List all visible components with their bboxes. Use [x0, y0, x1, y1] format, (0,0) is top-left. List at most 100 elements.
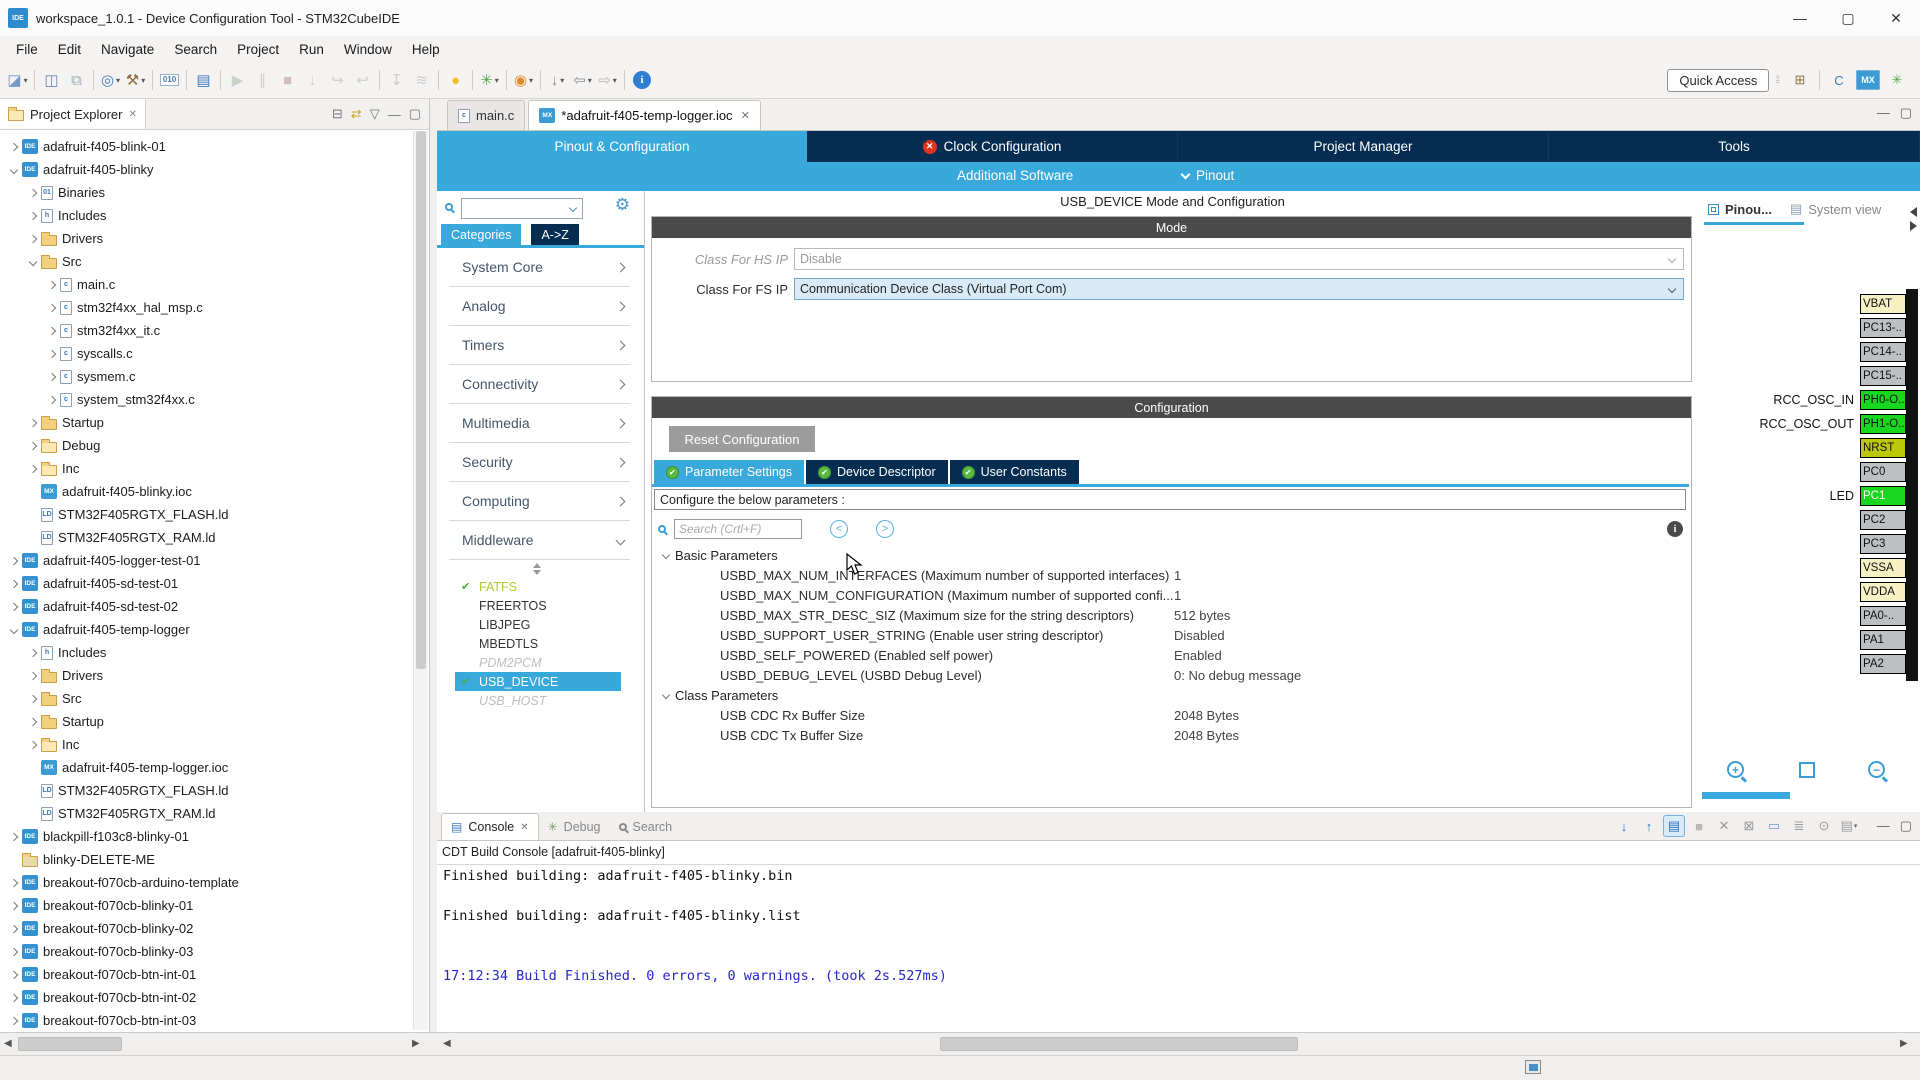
open-perspective-button[interactable]: ⊞	[1787, 68, 1813, 92]
terminate-button[interactable]: ■	[276, 68, 299, 93]
run-button[interactable]: ◉▾	[512, 68, 535, 93]
expander-icon[interactable]	[25, 443, 41, 449]
scroll-left-icon[interactable]: ◀	[443, 1038, 451, 1049]
sidebar-tab-az[interactable]: A->Z	[531, 224, 578, 245]
zoom-in-icon[interactable]: +	[1727, 761, 1744, 778]
middleware-libjpeg[interactable]: LIBJPEG	[455, 615, 621, 634]
expander-icon[interactable]	[44, 374, 60, 380]
additional-software-link[interactable]: Additional Software	[957, 168, 1073, 183]
lightbulb-button[interactable]: ●	[444, 68, 467, 93]
tree-item[interactable]: blinky-DELETE-ME	[0, 848, 411, 871]
pin-pc3[interactable]: PC3	[1860, 534, 1906, 554]
parameter-row[interactable]: USB CDC Rx Buffer Size2048 Bytes	[654, 705, 1686, 725]
c-cpp-perspective-button[interactable]: C	[1826, 68, 1852, 92]
tree-item[interactable]: Drivers	[0, 227, 411, 250]
expander-icon[interactable]	[6, 167, 22, 173]
tree-item[interactable]: 01Binaries	[0, 181, 411, 204]
console-output[interactable]: Finished building: adafruit-f405-blinky.…	[443, 868, 1916, 988]
tree-item[interactable]: LDSTM32F405RGTX_RAM.ld	[0, 526, 411, 549]
pinout-tab-system-view[interactable]: ▤System view	[1790, 196, 1881, 222]
expander-icon[interactable]	[44, 397, 60, 403]
parameter-row[interactable]: USBD_MAX_NUM_CONFIGURATION (Maximum numb…	[654, 585, 1686, 605]
category-security[interactable]: Security	[449, 443, 630, 482]
expander-icon[interactable]	[25, 236, 41, 242]
pin-pa0[interactable]: PA0-..	[1860, 606, 1906, 626]
tree-item[interactable]: IDEbreakout-f070cb-btn-int-02	[0, 986, 411, 1009]
menu-search[interactable]: Search	[164, 39, 227, 60]
tree-item[interactable]: MXadafruit-f405-temp-logger.ioc	[0, 756, 411, 779]
suspend-button[interactable]: ∥	[251, 68, 274, 93]
middleware-freertos[interactable]: FREERTOS	[455, 596, 621, 615]
category-middleware[interactable]: Middleware	[449, 521, 630, 560]
maximize-icon[interactable]: ▢	[1900, 105, 1912, 121]
nav-tab-pinout-configuration[interactable]: Pinout & Configuration	[437, 131, 807, 162]
tree-item[interactable]: IDEblackpill-f103c8-blinky-01	[0, 825, 411, 848]
info-button[interactable]: i	[633, 71, 651, 89]
tree-item[interactable]: LDSTM32F405RGTX_FLASH.ld	[0, 503, 411, 526]
sidebar-tab-categories[interactable]: Categories	[441, 224, 521, 245]
parameter-row[interactable]: USBD_DEBUG_LEVEL (USBD Debug Level)0: No…	[654, 665, 1686, 685]
expander-icon[interactable]	[44, 351, 60, 357]
expander-icon[interactable]	[6, 834, 22, 840]
tree-item[interactable]: IDEadafruit-f405-blinky	[0, 158, 411, 181]
build-binary-button[interactable]: 010	[158, 68, 181, 93]
expander-icon[interactable]	[6, 995, 22, 1001]
tree-item[interactable]: IDEadafruit-f405-sd-test-01	[0, 572, 411, 595]
category-system-core[interactable]: System Core	[449, 248, 630, 287]
collapse-arrows-icon[interactable]	[1910, 207, 1917, 231]
class-for-hs-ip-select[interactable]: Disable	[794, 248, 1684, 270]
tree-item[interactable]: hIncludes	[0, 204, 411, 227]
scroll-to-bottom-icon[interactable]: ↓	[1613, 815, 1635, 837]
tree-item[interactable]: hIncludes	[0, 641, 411, 664]
collapse-all-icon[interactable]: ⊟	[332, 106, 343, 122]
expander-icon[interactable]	[25, 466, 41, 472]
expander-icon[interactable]	[44, 328, 60, 334]
tree-item[interactable]: Debug	[0, 434, 411, 457]
tree-item[interactable]: cstm32f4xx_hal_msp.c	[0, 296, 411, 319]
expander-icon[interactable]	[6, 1018, 22, 1024]
pin-vssa[interactable]: VSSA	[1860, 558, 1906, 578]
middleware-usb_device[interactable]: ✔USB_DEVICE	[455, 672, 621, 691]
category-timers[interactable]: Timers	[449, 326, 630, 365]
expander-icon[interactable]	[25, 259, 41, 265]
tree-item[interactable]: LDSTM32F405RGTX_FLASH.ld	[0, 779, 411, 802]
console-tab-search[interactable]: Search	[610, 813, 682, 840]
debug-perspective-button[interactable]: ✳	[1884, 68, 1910, 92]
parameter-row[interactable]: USBD_SELF_POWERED (Enabled self power)En…	[654, 645, 1686, 665]
close-icon[interactable]: ✕	[520, 822, 528, 833]
remove-launch-icon[interactable]: ✕	[1713, 815, 1735, 837]
open-console-icon[interactable]: ▤▾	[1838, 815, 1860, 837]
tree-item[interactable]: IDEbreakout-f070cb-arduino-template	[0, 871, 411, 894]
tree-item[interactable]: Src	[0, 687, 411, 710]
project-tree-scrollbar[interactable]	[413, 131, 428, 1030]
expander-icon[interactable]	[25, 650, 41, 656]
resume-button[interactable]: ▶	[226, 68, 249, 93]
menu-edit[interactable]: Edit	[48, 39, 91, 60]
expander-icon[interactable]	[25, 719, 41, 725]
forward-button[interactable]: ⇨▾	[596, 68, 619, 93]
pin-pa1[interactable]: PA1	[1860, 630, 1906, 650]
tree-item[interactable]: IDEbreakout-f070cb-blinky-01	[0, 894, 411, 917]
expander-icon[interactable]	[6, 880, 22, 886]
pin-vbat[interactable]: VBAT	[1860, 294, 1906, 314]
tree-item[interactable]: IDEadafruit-f405-logger-test-01	[0, 549, 411, 572]
reset-configuration-button[interactable]: Reset Configuration	[669, 426, 815, 452]
menu-file[interactable]: File	[6, 39, 48, 60]
pin-pc0[interactable]: PC0	[1860, 462, 1906, 482]
scroll-right-icon[interactable]: ▶	[412, 1038, 420, 1049]
tree-item[interactable]: Drivers	[0, 664, 411, 687]
pin-pc1[interactable]: PC1	[1860, 486, 1906, 506]
expander-icon[interactable]	[6, 972, 22, 978]
parameter-group[interactable]: Basic Parameters	[654, 545, 1686, 565]
expander-icon[interactable]	[25, 190, 41, 196]
tree-item[interactable]: Src	[0, 250, 411, 273]
expander-icon[interactable]	[25, 673, 41, 679]
close-icon[interactable]: ✕	[128, 109, 136, 120]
expander-icon[interactable]	[25, 696, 41, 702]
tree-item[interactable]: cstm32f4xx_it.c	[0, 319, 411, 342]
parameter-row[interactable]: USBD_SUPPORT_USER_STRING (Enable user st…	[654, 625, 1686, 645]
close-button[interactable]: ✕	[1872, 0, 1920, 36]
tree-item[interactable]: csystem_stm32f4xx.c	[0, 388, 411, 411]
pin-pc13[interactable]: PC13-..	[1860, 318, 1906, 338]
coverage-button[interactable]: ◎▾	[99, 68, 122, 93]
